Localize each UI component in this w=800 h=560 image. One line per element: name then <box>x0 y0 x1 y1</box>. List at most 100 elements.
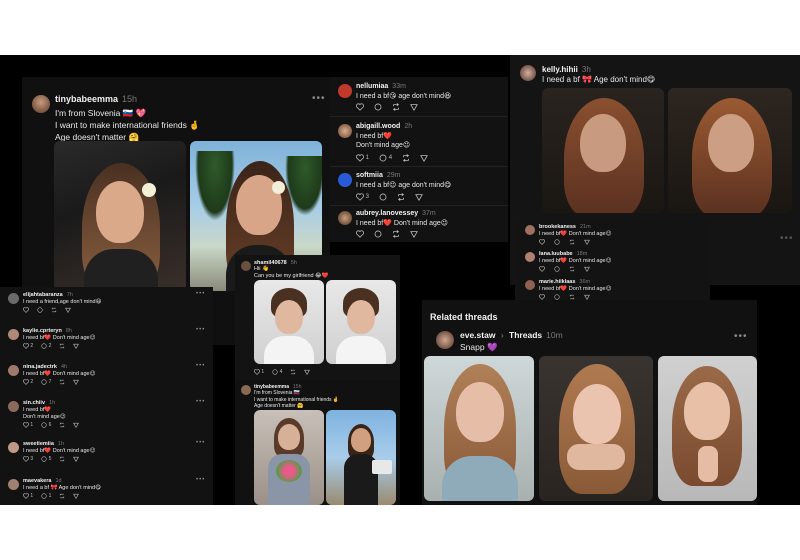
heart-icon[interactable] <box>356 154 364 162</box>
more-icon[interactable]: ••• <box>734 331 748 342</box>
username[interactable]: marie.hiiklaas <box>539 279 575 285</box>
comment-icon[interactable] <box>374 103 382 111</box>
avatar[interactable] <box>520 65 536 81</box>
username[interactable]: aubrey.lanovessey <box>356 210 418 217</box>
list-item[interactable]: elijahtabaranza 7h I need a friend,age don… <box>0 291 213 325</box>
more-icon[interactable]: ••• <box>196 440 205 446</box>
comment-icon[interactable] <box>41 493 47 499</box>
avatar[interactable] <box>338 124 352 138</box>
repost-icon[interactable] <box>402 154 410 162</box>
more-icon[interactable]: ••• <box>780 233 794 244</box>
heart-icon[interactable] <box>539 239 545 245</box>
repost-icon[interactable] <box>59 379 65 385</box>
username[interactable]: softmiia <box>356 172 383 179</box>
heart-icon[interactable] <box>23 379 29 385</box>
post-photo[interactable] <box>668 88 792 213</box>
share-icon[interactable] <box>73 493 80 499</box>
username[interactable]: eve.staw <box>460 330 495 340</box>
avatar[interactable] <box>32 95 50 113</box>
share-icon[interactable] <box>73 456 80 462</box>
avatar[interactable] <box>338 84 352 98</box>
comment-icon[interactable] <box>41 379 47 385</box>
username[interactable]: sweetiemiia <box>23 441 54 447</box>
username[interactable]: kaylie.cprteryn <box>23 328 62 334</box>
repost-icon[interactable] <box>569 239 575 245</box>
post-photo[interactable] <box>539 356 653 501</box>
username[interactable]: brookekaness <box>539 224 576 230</box>
repost-icon[interactable] <box>392 230 400 238</box>
comment-icon[interactable] <box>41 422 47 428</box>
post-photo[interactable] <box>54 141 186 291</box>
comment-icon[interactable] <box>41 456 47 462</box>
list-item[interactable]: sweetiemiia 1h I need bf❤️ Don't mind age😉… <box>0 440 213 474</box>
avatar[interactable] <box>8 329 19 340</box>
post-photo[interactable] <box>254 280 324 364</box>
share-icon[interactable] <box>420 154 428 162</box>
avatar[interactable] <box>241 385 251 395</box>
comment-icon[interactable] <box>379 193 387 201</box>
post-photo[interactable] <box>424 356 534 501</box>
username[interactable]: nellumiaa <box>356 83 388 90</box>
list-item[interactable]: maevakera 1d I need a bf 🎀 Age don't mind😋… <box>0 477 213 505</box>
avatar[interactable] <box>8 365 19 376</box>
avatar[interactable] <box>8 479 19 490</box>
share-icon[interactable] <box>584 239 590 245</box>
comment-icon[interactable] <box>37 307 43 313</box>
avatar[interactable] <box>338 173 352 187</box>
avatar[interactable] <box>8 442 19 453</box>
heart-icon[interactable] <box>23 343 29 349</box>
repost-icon[interactable] <box>59 422 65 428</box>
list-item[interactable]: nina.jadectrk 4h I need bf❤️ Don't mind ag… <box>0 363 213 397</box>
repost-icon[interactable] <box>392 103 400 111</box>
list-item[interactable]: sin.chiiv 1h I need bf❤️ Don't mind age😉 1 … <box>0 399 213 433</box>
share-icon[interactable] <box>584 266 590 272</box>
more-icon[interactable]: ••• <box>196 399 205 405</box>
comment-icon[interactable] <box>272 369 278 375</box>
share-icon[interactable] <box>410 103 418 111</box>
post-photo[interactable] <box>254 410 324 505</box>
comment-icon[interactable] <box>41 343 47 349</box>
username[interactable]: sin.chiiv <box>23 400 45 406</box>
share-icon[interactable] <box>73 343 80 349</box>
share-icon[interactable] <box>410 230 418 238</box>
avatar[interactable] <box>8 401 19 412</box>
username[interactable]: tinybabeemma <box>55 94 118 104</box>
heart-icon[interactable] <box>23 456 29 462</box>
avatar[interactable] <box>8 293 19 304</box>
share-icon[interactable] <box>415 193 423 201</box>
share-icon[interactable] <box>65 307 71 313</box>
heart-icon[interactable] <box>356 193 364 201</box>
username[interactable]: elijahtabaranza <box>23 292 63 298</box>
username[interactable]: kelly.hihii <box>542 65 578 74</box>
avatar[interactable] <box>525 280 535 290</box>
repost-icon[interactable] <box>569 266 575 272</box>
comment-icon[interactable] <box>554 239 560 245</box>
repost-icon[interactable] <box>59 343 65 349</box>
avatar[interactable] <box>338 211 352 225</box>
more-icon[interactable]: ••• <box>196 291 205 297</box>
heart-icon[interactable] <box>254 369 260 375</box>
more-icon[interactable]: ••• <box>196 363 205 369</box>
repost-icon[interactable] <box>290 369 296 375</box>
more-icon[interactable]: ••• <box>312 93 326 104</box>
username[interactable]: maevakera <box>23 478 51 484</box>
heart-icon[interactable] <box>356 103 364 111</box>
list-item[interactable]: kaylie.cprteryn 8h I need bf❤️ Don't mind … <box>0 327 213 361</box>
post-photo[interactable] <box>326 410 396 505</box>
more-icon[interactable]: ••• <box>196 477 205 483</box>
heart-icon[interactable] <box>356 230 364 238</box>
more-icon[interactable]: ••• <box>196 327 205 333</box>
avatar[interactable] <box>525 252 535 262</box>
heart-icon[interactable] <box>23 307 29 313</box>
repost-icon[interactable] <box>59 493 65 499</box>
heart-icon[interactable] <box>23 493 29 499</box>
share-icon[interactable] <box>73 379 80 385</box>
avatar[interactable] <box>436 331 454 349</box>
avatar[interactable] <box>525 225 535 235</box>
post-photo[interactable] <box>542 88 664 213</box>
heart-icon[interactable] <box>23 422 29 428</box>
share-icon[interactable] <box>304 369 311 375</box>
username[interactable]: lana.luubabe <box>539 251 573 257</box>
username[interactable]: abigaill.wood <box>356 123 400 130</box>
avatar[interactable] <box>241 261 251 271</box>
